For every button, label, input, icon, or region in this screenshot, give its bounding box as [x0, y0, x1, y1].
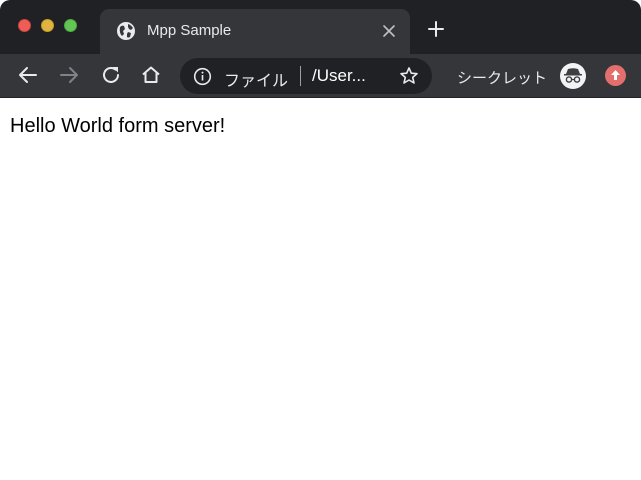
- incognito-icon[interactable]: [560, 63, 586, 89]
- page-content: Hello World form server!: [0, 99, 641, 480]
- window-maximize-button[interactable]: [64, 19, 77, 32]
- bookmark-star-icon[interactable]: [399, 66, 419, 86]
- url-scheme-label: ファイル: [224, 73, 289, 90]
- browser-toolbar: ファイル /User... シークレット: [0, 54, 641, 98]
- tab-strip: Mpp Sample: [0, 0, 641, 54]
- tab-title: Mpp Sample: [147, 22, 232, 39]
- window-close-button[interactable]: [18, 19, 31, 32]
- active-tab[interactable]: Mpp Sample: [100, 9, 410, 54]
- incognito-label: シークレット: [457, 70, 548, 87]
- window-minimize-button[interactable]: [41, 19, 54, 32]
- back-arrow-icon[interactable]: [17, 64, 39, 86]
- omnibox-separator: [300, 66, 301, 86]
- globe-icon: [117, 22, 135, 40]
- new-tab-plus-icon[interactable]: [426, 19, 446, 39]
- info-icon[interactable]: [193, 67, 212, 86]
- page-body-text: Hello World form server!: [10, 115, 226, 137]
- browser-window: Mpp Sample ファイル /User... シークレット Hello Wo…: [0, 0, 641, 480]
- address-bar[interactable]: ファイル /User...: [180, 58, 432, 94]
- update-icon[interactable]: [605, 65, 626, 86]
- home-icon[interactable]: [140, 64, 162, 86]
- forward-arrow-icon[interactable]: [58, 64, 80, 86]
- reload-icon[interactable]: [100, 64, 122, 86]
- url-text[interactable]: /User...: [312, 66, 366, 86]
- close-icon[interactable]: [380, 22, 398, 40]
